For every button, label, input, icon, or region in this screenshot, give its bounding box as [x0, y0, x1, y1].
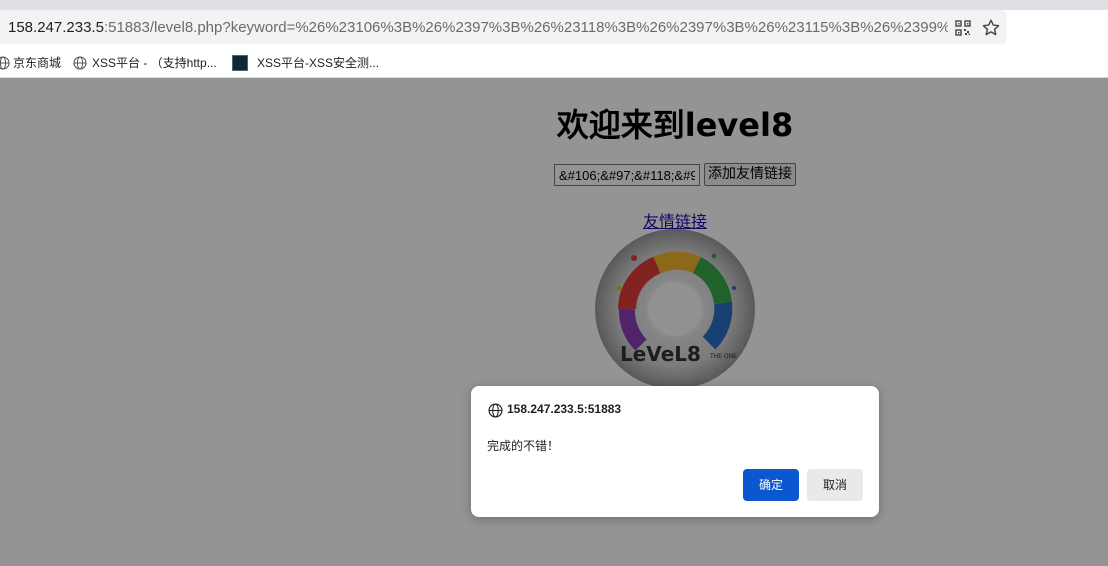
globe-icon	[0, 56, 10, 70]
globe-icon	[488, 403, 503, 418]
dialog-origin: 158.247.233.5:51883	[507, 402, 622, 416]
bookmark-item[interactable]: XSS平台-XSS安全测...	[232, 55, 382, 71]
url-host: 158.247.233.5	[8, 19, 104, 36]
dialog-message: 完成的不错！	[487, 439, 560, 453]
cancel-button[interactable]: 取消	[807, 469, 863, 501]
bookmarks-bar: 京东商城 XSS平台 - （支持http... XSS平台-XSS安全测...	[0, 48, 1108, 78]
url-path: :51883/level8.php?keyword=%26%23106%3B%2…	[103, 19, 948, 36]
bookmark-label: XSS平台-XSS安全测...	[257, 56, 380, 70]
ok-button[interactable]: 确定	[743, 469, 799, 501]
bookmark-item[interactable]: XSS平台 - （支持http...	[73, 55, 225, 71]
globe-icon	[73, 56, 87, 70]
url-text[interactable]: 158.247.233.5:51883/level8.php?keyword=%…	[8, 19, 948, 37]
tab-strip	[0, 0, 1108, 10]
bookmark-label: 京东商城	[13, 56, 62, 70]
qr-code-icon[interactable]	[955, 20, 971, 36]
alert-dialog: 158.247.233.5:51883 完成的不错！ 确定 取消	[471, 386, 879, 517]
bookmark-item[interactable]: 京东商城	[0, 55, 66, 71]
site-favicon-icon	[232, 55, 248, 71]
address-bar[interactable]: 158.247.233.5:51883/level8.php?keyword=%…	[0, 10, 1007, 44]
bookmark-label: XSS平台 - （支持http...	[92, 56, 217, 70]
bookmark-star-icon[interactable]	[981, 18, 1001, 38]
